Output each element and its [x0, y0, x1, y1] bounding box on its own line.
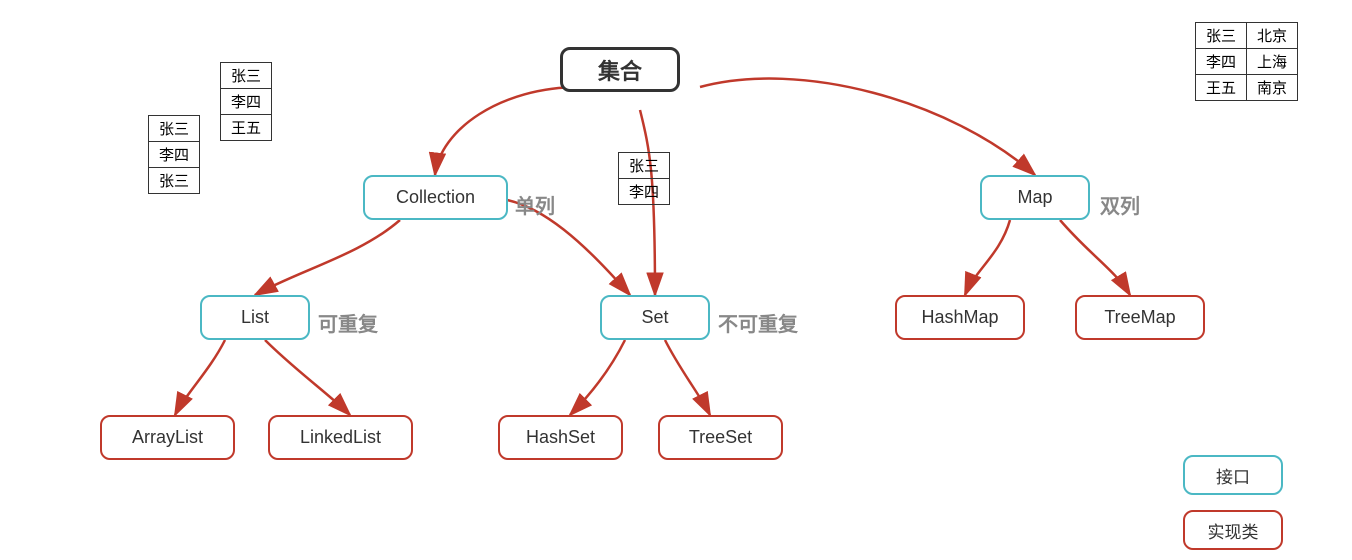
- node-hashset: HashSet: [498, 415, 623, 460]
- table-row: 李四: [221, 89, 272, 115]
- label-danlie: 单列: [515, 190, 555, 219]
- node-treeset-label: TreeSet: [689, 427, 752, 448]
- legend-interface-label: 接口: [1216, 463, 1250, 488]
- legend-interface: 接口: [1183, 455, 1283, 495]
- table-row: 张三: [149, 168, 200, 194]
- table-cell: 北京: [1247, 23, 1298, 49]
- table-row: 张三: [619, 153, 670, 179]
- node-collection-label: Collection: [396, 187, 475, 208]
- node-hashset-label: HashSet: [526, 427, 595, 448]
- table-row: 王五 南京: [1196, 75, 1298, 101]
- table-middle: 张三 李四: [618, 152, 670, 205]
- table-stacked-2: 张三 李四 张三: [148, 115, 200, 194]
- node-collection: Collection: [363, 175, 508, 220]
- node-linkedlist-label: LinkedList: [300, 427, 381, 448]
- node-treeset: TreeSet: [658, 415, 783, 460]
- table-cell: 南京: [1247, 75, 1298, 101]
- label-bukezhongfu: 不可重复: [718, 308, 798, 337]
- table-cell: 张三: [149, 116, 200, 142]
- node-hashmap: HashMap: [895, 295, 1025, 340]
- table-row: 李四: [149, 142, 200, 168]
- node-set: Set: [600, 295, 710, 340]
- table-stacked-1: 张三 李四 王五: [220, 62, 272, 141]
- label-shuanlie: 双列: [1100, 190, 1140, 219]
- table-row: 张三: [149, 116, 200, 142]
- table-cell: 上海: [1247, 49, 1298, 75]
- node-list: List: [200, 295, 310, 340]
- table-row: 李四 上海: [1196, 49, 1298, 75]
- table-cell: 王五: [1196, 75, 1247, 101]
- node-root: 集合: [560, 47, 680, 92]
- table-cell: 王五: [221, 115, 272, 141]
- node-treemap: TreeMap: [1075, 295, 1205, 340]
- table-row: 张三 北京: [1196, 23, 1298, 49]
- table-cell: 李四: [221, 89, 272, 115]
- node-treemap-label: TreeMap: [1104, 307, 1175, 328]
- node-arraylist-label: ArrayList: [132, 427, 203, 448]
- node-hashmap-label: HashMap: [921, 307, 998, 328]
- table-cell: 李四: [1196, 49, 1247, 75]
- node-list-label: List: [241, 307, 269, 328]
- node-set-label: Set: [641, 307, 668, 328]
- table-row: 张三: [221, 63, 272, 89]
- table-cell: 张三: [221, 63, 272, 89]
- node-root-label: 集合: [598, 54, 642, 86]
- node-arraylist: ArrayList: [100, 415, 235, 460]
- table-cell: 李四: [619, 179, 670, 205]
- table-row: 李四: [619, 179, 670, 205]
- legend-impl-label: 实现类: [1208, 518, 1259, 543]
- table-cell: 张三: [1196, 23, 1247, 49]
- table-cell: 张三: [619, 153, 670, 179]
- diagram: 集合 Collection Map List Set HashMap TreeM…: [0, 0, 1352, 560]
- table-cell: 李四: [149, 142, 200, 168]
- legend-impl: 实现类: [1183, 510, 1283, 550]
- node-map-label: Map: [1017, 187, 1052, 208]
- table-top-right: 张三 北京 李四 上海 王五 南京: [1195, 22, 1298, 101]
- table-row: 王五: [221, 115, 272, 141]
- table-cell: 张三: [149, 168, 200, 194]
- label-kezhongfu: 可重复: [318, 308, 378, 337]
- node-linkedlist: LinkedList: [268, 415, 413, 460]
- node-map: Map: [980, 175, 1090, 220]
